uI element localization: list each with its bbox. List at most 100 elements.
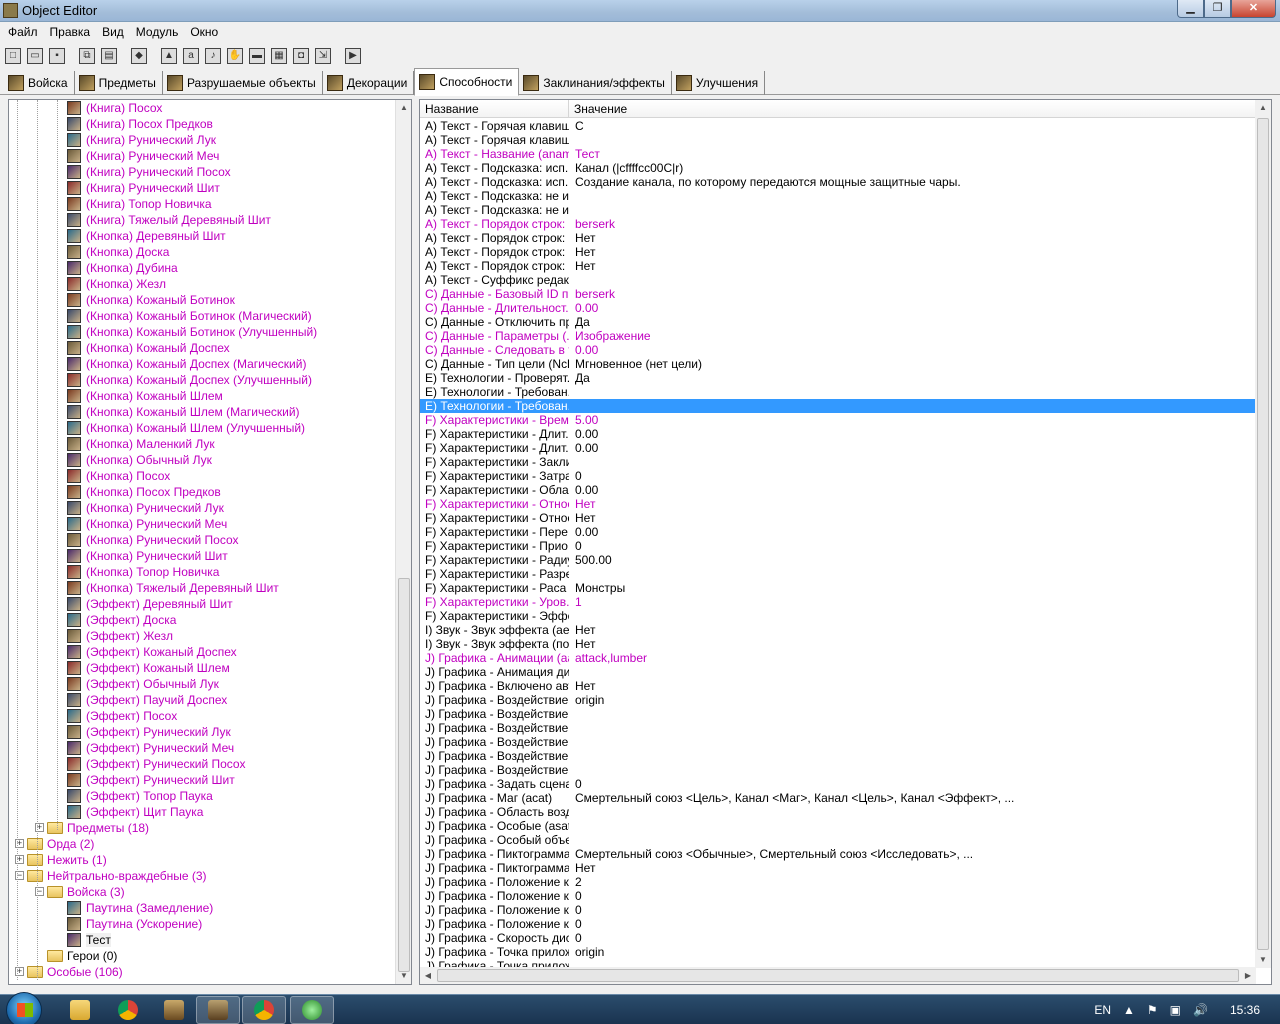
tree-item[interactable]: (Кнопка) Кожаный Шлем — [9, 388, 396, 404]
property-row[interactable]: J) Графика - Включено авт... Нет — [420, 679, 1256, 693]
property-row[interactable]: F) Характеристики - Разре... — [420, 567, 1256, 581]
clock[interactable]: 15:36 — [1230, 1003, 1260, 1017]
tree-item[interactable]: (Кнопка) Посох Предков — [9, 484, 396, 500]
column-header-value[interactable]: Значение — [569, 100, 1256, 117]
property-row[interactable]: J) Графика - Анимация ди... — [420, 665, 1256, 679]
tree-item[interactable]: (Кнопка) Жезл — [9, 276, 396, 292]
tree-item[interactable]: (Книга) Рунический Лук — [9, 132, 396, 148]
grid-vscroll-thumb[interactable] — [1257, 118, 1269, 950]
property-row[interactable]: J) Графика - Воздействие ... — [420, 749, 1256, 763]
property-row[interactable]: E) Технологии - Проверят... Да — [420, 371, 1256, 385]
tree-item[interactable]: (Эффект) Деревяный Шит — [9, 596, 396, 612]
tree-item[interactable]: (Кнопка) Рунический Посох — [9, 532, 396, 548]
scroll-down-arrow-icon[interactable]: ▼ — [1255, 952, 1271, 968]
scroll-left-arrow-icon[interactable]: ◀ — [420, 967, 436, 984]
property-row[interactable]: F) Характеристики - Раса (... Монстры — [420, 581, 1256, 595]
column-header-name[interactable]: Название — [420, 100, 569, 117]
network-icon[interactable]: ▣ — [1170, 1003, 1181, 1017]
property-row[interactable]: F) Характеристики - Радиу... 500.00 — [420, 553, 1256, 567]
scroll-down-arrow-icon[interactable]: ▼ — [396, 968, 411, 984]
property-row[interactable]: J) Графика - Воздействие ... — [420, 721, 1256, 735]
tree-item[interactable]: (Эффект) Посох — [9, 708, 396, 724]
property-row[interactable]: J) Графика - Положение к... 2 — [420, 875, 1256, 889]
property-row[interactable]: J) Графика - Особый объе... — [420, 833, 1256, 847]
tab-units[interactable]: Войска — [4, 71, 75, 95]
tree-item[interactable]: (Кнопка) Кожаный Доспех (Улучшенный) — [9, 372, 396, 388]
tree-item[interactable]: (Кнопка) Кожаный Ботинок (Магический) — [9, 308, 396, 324]
property-row[interactable]: F) Характеристики - Эффе... — [420, 609, 1256, 623]
scroll-up-arrow-icon[interactable]: ▲ — [396, 100, 411, 116]
property-row[interactable]: C) Данные - Отключить пр... Да — [420, 315, 1256, 329]
tree-item[interactable]: (Эффект) Кожаный Доспех — [9, 644, 396, 660]
tab-buffs[interactable]: Заклинания/эффекты — [519, 71, 672, 95]
unit-icon[interactable]: ◆ — [129, 46, 149, 66]
chrome-taskbar-icon[interactable] — [106, 996, 150, 1024]
save-icon[interactable]: ▪ — [47, 46, 67, 66]
tree-item[interactable]: (Кнопка) Кожаный Ботинок (Улучшенный) — [9, 324, 396, 340]
tree-item[interactable]: (Книга) Топор Новичка — [9, 196, 396, 212]
property-row[interactable]: J) Графика - Точка прилож... — [420, 959, 1256, 967]
tree-item[interactable]: (Книга) Рунический Шит — [9, 180, 396, 196]
property-row[interactable]: A) Текст - Суффикс редак... — [420, 273, 1256, 287]
gold-icon[interactable]: a — [181, 46, 201, 66]
tree-item[interactable]: (Кнопка) Обычный Лук — [9, 452, 396, 468]
tree-folder[interactable]: Герои (0) — [9, 948, 396, 964]
tree-item[interactable]: Тест — [9, 932, 396, 948]
tree-item[interactable]: (Эффект) Доска — [9, 612, 396, 628]
tab-items[interactable]: Предметы — [75, 71, 163, 95]
tree-item[interactable]: (Эффект) Рунический Лук — [9, 724, 396, 740]
tree-item[interactable]: (Книга) Посох — [9, 100, 396, 116]
tree-item[interactable]: (Эффект) Щит Паука — [9, 804, 396, 820]
language-indicator[interactable]: EN — [1094, 1003, 1111, 1017]
tree-item[interactable]: (Кнопка) Посох — [9, 468, 396, 484]
tree-scrollbar[interactable]: ▲ ▼ — [395, 100, 411, 984]
minimap-icon[interactable]: ▦ — [269, 46, 289, 66]
item-icon[interactable]: ◘ — [291, 46, 311, 66]
close-button[interactable]: ✕ — [1231, 0, 1276, 18]
copy-icon[interactable]: ⧉ — [77, 46, 97, 66]
worldedit-taskbar-icon[interactable] — [152, 996, 196, 1024]
property-row[interactable]: A) Текст - Подсказка: не и... — [420, 203, 1256, 217]
tree-item[interactable]: (Кнопка) Кожаный Шлем (Улучшенный) — [9, 420, 396, 436]
tree-folder[interactable]: − Войска (3) — [9, 884, 396, 900]
scroll-right-arrow-icon[interactable]: ▶ — [1240, 967, 1256, 984]
start-button[interactable] — [6, 992, 42, 1024]
property-row[interactable]: A) Текст - Порядок строк: ... berserk — [420, 217, 1256, 231]
tree-item[interactable]: (Кнопка) Тяжелый Деревяный Шит — [9, 580, 396, 596]
action-center-icon[interactable]: ⚑ — [1147, 1003, 1158, 1017]
tree-item[interactable]: (Кнопка) Рунический Лук — [9, 500, 396, 516]
tab-upgrades[interactable]: Улучшения — [672, 71, 766, 95]
property-row[interactable]: F) Характеристики - Длит... 0.00 — [420, 427, 1256, 441]
tree-item[interactable]: (Эффект) Обычный Лук — [9, 676, 396, 692]
tree-folder[interactable]: + Нежить (1) — [9, 852, 396, 868]
tree-item[interactable]: (Кнопка) Топор Новичка — [9, 564, 396, 580]
property-row[interactable]: F) Характеристики - Прио... 0 — [420, 539, 1256, 553]
property-row[interactable]: F) Характеристики - Врем... 5.00 — [420, 413, 1256, 427]
property-row[interactable]: F) Характеристики - Пере... 0.00 — [420, 525, 1256, 539]
media-taskbar-icon[interactable] — [290, 996, 334, 1024]
tree-item[interactable]: (Эффект) Рунический Посох — [9, 756, 396, 772]
terrain-icon[interactable]: ▲ — [159, 46, 179, 66]
menu-item[interactable]: Файл — [2, 22, 44, 42]
explorer-taskbar-icon[interactable] — [58, 996, 102, 1024]
chrome-taskbar-icon-2[interactable] — [242, 996, 286, 1024]
property-row[interactable]: J) Графика - Задать сцена... 0 — [420, 777, 1256, 791]
maximize-button[interactable]: ❐ — [1204, 0, 1231, 18]
property-row[interactable]: C) Данные - Следовать в т... 0.00 — [420, 343, 1256, 357]
ability-icon[interactable]: ✋ — [225, 46, 245, 66]
tree-scroll-thumb[interactable] — [398, 578, 410, 972]
sound-icon[interactable]: ♪ — [203, 46, 223, 66]
property-row[interactable]: F) Характеристики - Затра... 0 — [420, 469, 1256, 483]
tree-item[interactable]: Паутина (Ускорение) — [9, 916, 396, 932]
property-row[interactable]: J) Графика - Скорость дис... 0 — [420, 931, 1256, 945]
property-row[interactable]: I) Звук - Звук эффекта (по... Нет — [420, 637, 1256, 651]
show-hidden-icons-icon[interactable]: ▲ — [1123, 1003, 1135, 1017]
export-icon[interactable]: ⇲ — [313, 46, 333, 66]
tree-folder[interactable]: + Предметы (18) — [9, 820, 396, 836]
tab-doodads[interactable]: Декорации — [323, 71, 415, 95]
property-row[interactable]: A) Текст - Порядок строк: ... Нет — [420, 245, 1256, 259]
tree-item[interactable]: (Кнопка) Дубина — [9, 260, 396, 276]
property-row[interactable]: J) Графика - Воздействие ... — [420, 707, 1256, 721]
menu-item[interactable]: Вид — [96, 22, 130, 42]
property-row[interactable]: I) Звук - Звук эффекта (aefs) Нет — [420, 623, 1256, 637]
